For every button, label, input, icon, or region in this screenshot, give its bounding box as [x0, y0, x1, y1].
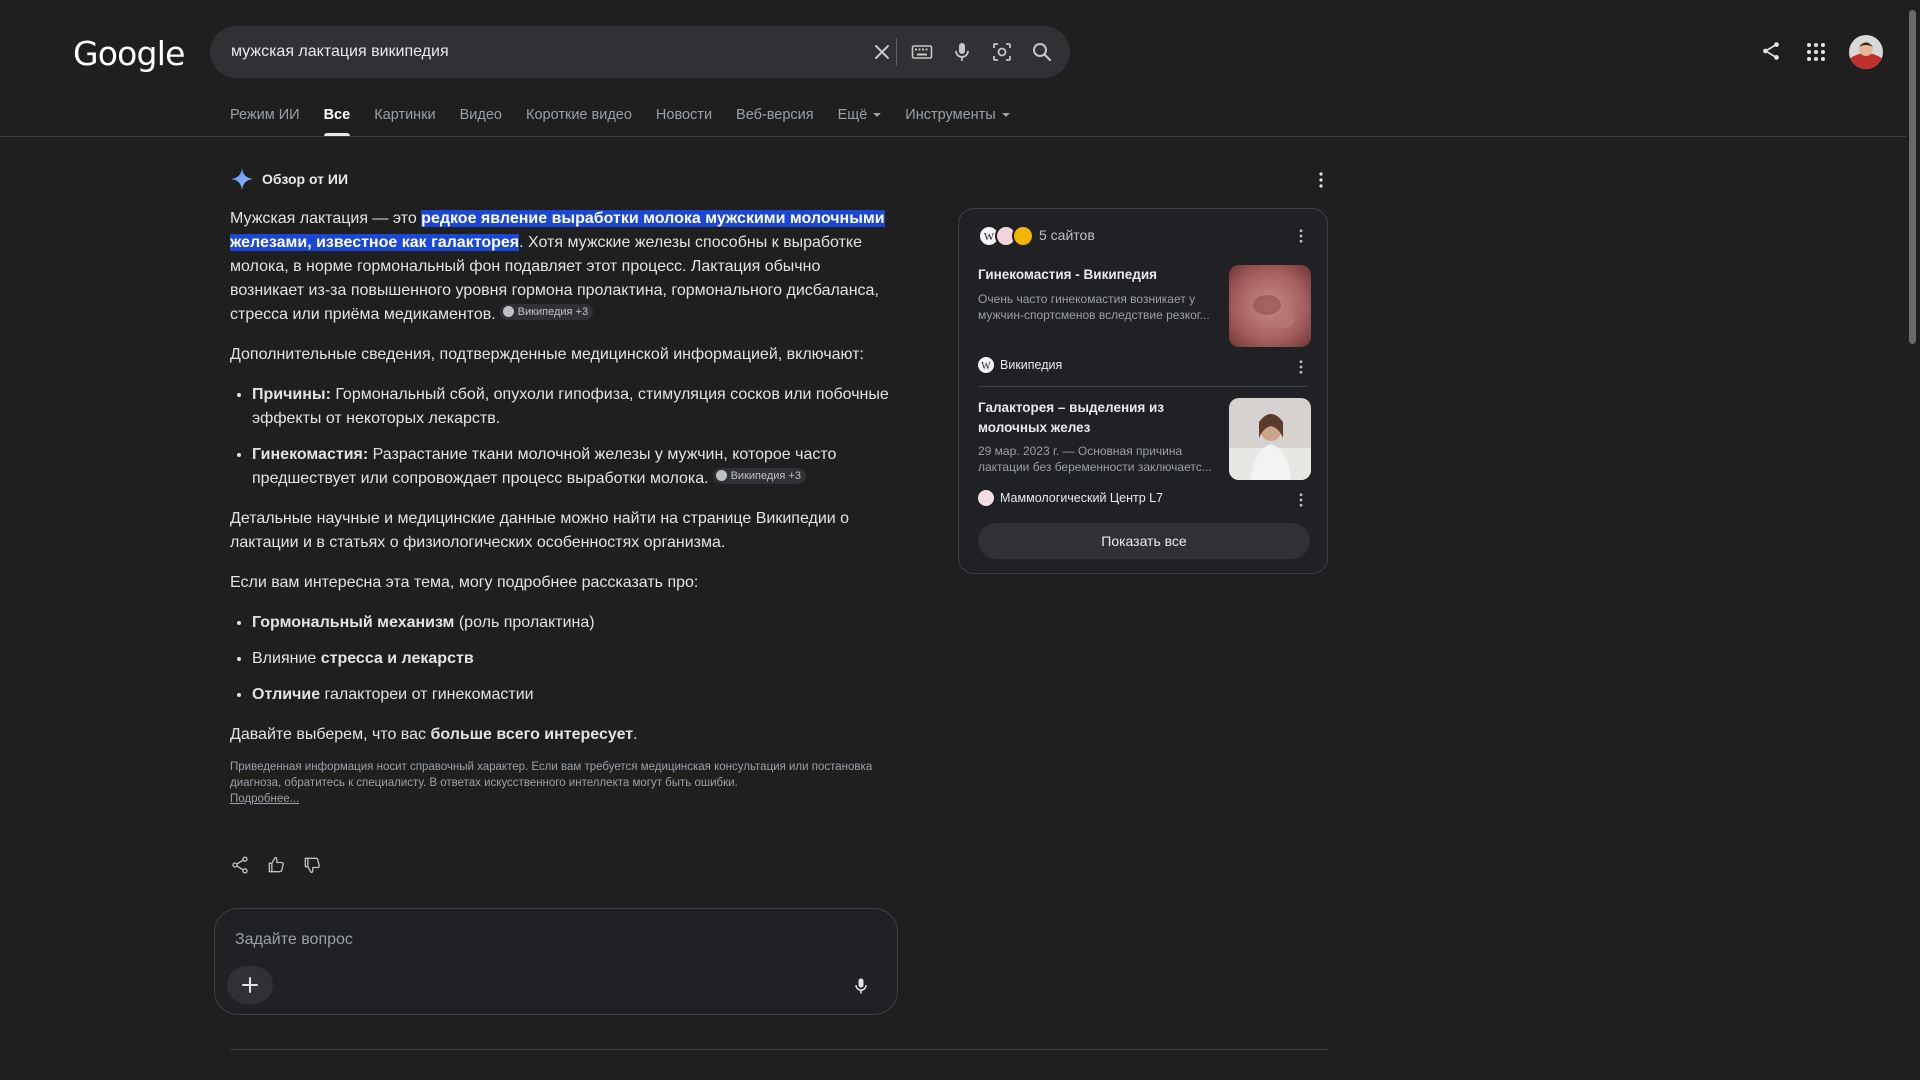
ask-input[interactable]: Задайте вопрос [235, 931, 353, 949]
ai-bullet-list: Причины: Гормональный сбой, опухоли гипо… [230, 383, 890, 491]
ask-question-box[interactable]: Задайте вопрос [214, 908, 898, 1015]
tab-images[interactable]: Картинки [374, 104, 435, 136]
card-divider [978, 386, 1308, 387]
ai-paragraph-5: Давайте выберем, что вас больше всего ин… [230, 726, 638, 743]
tab-news[interactable]: Новости [656, 104, 712, 136]
apps-grid-icon[interactable] [1806, 42, 1826, 62]
google-logo[interactable]: Google [73, 34, 185, 73]
svg-text:W: W [981, 361, 991, 372]
source-title[interactable]: Галакторея – выделения из молочных желез [978, 398, 1218, 438]
ai-topic-list: Гормональный механизм (роль пролактина) … [230, 611, 890, 707]
tab-all[interactable]: Все [323, 104, 350, 136]
sources-card: W 5 сайтов Гинекомастия - Википедия Очен… [958, 208, 1328, 574]
wikipedia-icon: W [978, 357, 994, 373]
mic-icon[interactable] [851, 975, 871, 997]
source-snippet: 29 мар. 2023 г. — Основная причина лакта… [978, 444, 1212, 474]
disclaimer: Приведенная информация носит справочный … [230, 761, 873, 805]
lens-icon[interactable] [990, 40, 1014, 64]
more-options-icon[interactable] [1314, 172, 1328, 188]
ai-paragraph-3: Детальные научные и медицинские данные м… [230, 510, 850, 551]
feedback-bar [230, 855, 338, 875]
search-tabs: Режим ИИ Все Картинки Видео Короткие вид… [230, 104, 1034, 136]
mic-icon[interactable] [950, 40, 974, 64]
share-icon[interactable] [230, 855, 250, 875]
section-divider [230, 1049, 1328, 1050]
source-thumbnail[interactable] [1229, 265, 1311, 347]
ai-paragraph-2: Дополнительные сведения, подтвержденные … [230, 346, 864, 363]
scrollbar-thumb[interactable] [1909, 10, 1916, 344]
ai-overview-title: Обзор от ИИ [262, 171, 349, 187]
tab-short-videos[interactable]: Короткие видео [526, 104, 632, 136]
ai-paragraph-1: Мужская лактация — это редкое явление вы… [230, 210, 885, 323]
list-item: Влияние стресса и лекарств [252, 647, 890, 671]
sparkle-icon [230, 167, 254, 191]
tab-web[interactable]: Веб-версия [736, 104, 814, 136]
ai-paragraph-4: Если вам интересна эта тема, могу подроб… [230, 574, 699, 591]
add-button[interactable] [227, 966, 273, 1004]
svg-text:W: W [984, 231, 995, 243]
ai-overview-header: Обзор от ИИ [230, 168, 348, 190]
thumbs-down-icon[interactable] [302, 855, 322, 875]
tab-tools[interactable]: Инструменты [905, 104, 1010, 136]
thumbs-up-icon[interactable] [266, 855, 286, 875]
scrollbar[interactable] [1906, 0, 1920, 1080]
more-options-icon[interactable] [1299, 360, 1303, 374]
source-site[interactable]: Маммологический Центр L7 [978, 490, 1163, 506]
share-icon[interactable] [1760, 40, 1782, 62]
tab-ai-mode[interactable]: Режим ИИ [230, 104, 300, 136]
more-info-link[interactable]: Подробнее... [230, 793, 299, 805]
sites-count[interactable]: 5 сайтов [1039, 227, 1095, 243]
source-title[interactable]: Гинекомастия - Википедия [978, 265, 1218, 285]
clear-icon[interactable] [870, 40, 894, 64]
more-options-icon[interactable] [1299, 493, 1303, 507]
source-thumbnail[interactable] [1229, 398, 1311, 480]
list-item: Гинекомастия: Разрастание ткани молочной… [252, 443, 890, 491]
citation-chip[interactable]: Википедия +3 [499, 303, 594, 320]
list-item: Гормональный механизм (роль пролактина) [252, 611, 890, 635]
chevron-down-icon [873, 113, 882, 117]
source-site[interactable]: W Википедия [978, 357, 1062, 373]
account-avatar[interactable] [1849, 35, 1883, 69]
site-favicon [1012, 225, 1034, 247]
source-snippet: Очень часто гинекомастия возникает у муж… [978, 292, 1210, 322]
keyboard-icon[interactable] [910, 40, 934, 64]
search-box[interactable]: мужская лактация википедия [210, 26, 1070, 78]
list-item: Отличие галактореи от гинекомастии [252, 683, 890, 707]
search-separator [896, 38, 897, 66]
wikipedia-icon [715, 470, 727, 481]
show-all-button[interactable]: Показать все [978, 523, 1310, 559]
tabs-divider [0, 136, 1906, 137]
tab-videos[interactable]: Видео [460, 104, 502, 136]
citation-chip[interactable]: Википедия +3 [712, 467, 806, 484]
search-icon[interactable] [1030, 40, 1054, 64]
site-icon [978, 490, 994, 506]
wikipedia-icon [502, 306, 514, 317]
tab-more[interactable]: Ещё [838, 104, 882, 136]
more-options-icon[interactable] [1299, 229, 1303, 243]
ai-overview-content: Мужская лактация — это редкое явление вы… [230, 207, 890, 807]
list-item: Причины: Гормональный сбой, опухоли гипо… [252, 383, 890, 431]
search-input[interactable]: мужская лактация википедия [231, 26, 449, 78]
chevron-down-icon [1001, 113, 1010, 117]
